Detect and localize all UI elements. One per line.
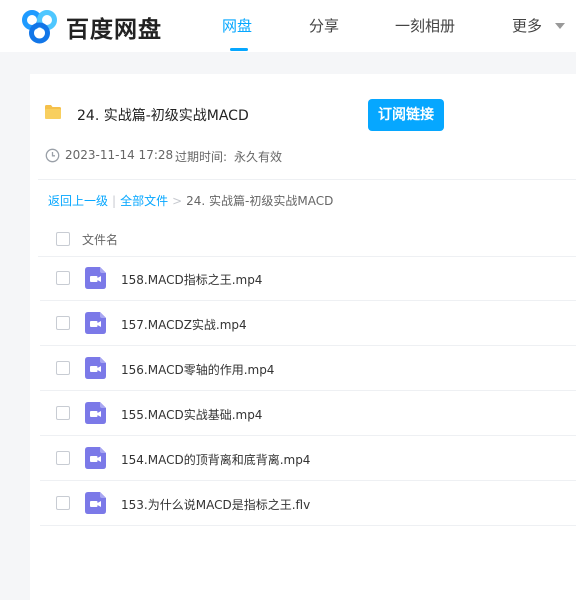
breadcrumb: 返回上一级 | 全部文件 >24. 实战篇-初级实战MACD	[48, 192, 333, 209]
breadcrumb-arrow: >	[172, 194, 183, 208]
select-all-checkbox[interactable]	[56, 232, 70, 246]
nav-tab-moments-album[interactable]: 一刻相册	[395, 15, 455, 36]
video-file-icon	[85, 267, 106, 289]
brand-name[interactable]: 百度网盘	[66, 10, 162, 44]
nav-tab-netdisk[interactable]: 网盘	[222, 15, 252, 36]
subscribe-link-button[interactable]: 订阅链接	[368, 99, 444, 131]
file-name[interactable]: 158.MACD指标之王.mp4	[121, 271, 262, 288]
file-row[interactable]: 156.MACD零轴的作用.mp4	[40, 346, 576, 391]
video-file-icon	[85, 357, 106, 379]
file-row-checkbox[interactable]	[56, 406, 70, 420]
file-row-checkbox[interactable]	[56, 316, 70, 330]
baidu-netdisk-logo-icon[interactable]	[20, 9, 60, 45]
clock-icon	[45, 148, 60, 163]
video-file-icon	[85, 492, 106, 514]
video-file-icon	[85, 447, 106, 469]
breadcrumb-separator: |	[112, 194, 117, 208]
top-navigation-bar: 百度网盘 网盘 分享 一刻相册 更多	[0, 0, 576, 52]
share-date: 2023-11-14 17:28	[65, 148, 174, 162]
expire-time-label: 过期时间:	[175, 150, 228, 164]
file-row-checkbox[interactable]	[56, 496, 70, 510]
caret-down-icon[interactable]	[555, 23, 565, 29]
file-name[interactable]: 153.为什么说MACD是指标之王.flv	[121, 496, 310, 513]
breadcrumb-back-link[interactable]: 返回上一级	[48, 194, 108, 208]
share-panel: 24. 实战篇-初级实战MACD 订阅链接 2023-11-14 17:28 过…	[30, 74, 576, 600]
file-name[interactable]: 155.MACD实战基础.mp4	[121, 406, 262, 423]
file-row[interactable]: 155.MACD实战基础.mp4	[40, 391, 576, 436]
active-tab-indicator	[230, 48, 248, 51]
file-name[interactable]: 154.MACD的顶背离和底背离.mp4	[121, 451, 310, 468]
column-header-file-name[interactable]: 文件名	[82, 231, 118, 248]
file-name[interactable]: 156.MACD零轴的作用.mp4	[121, 361, 274, 378]
file-row[interactable]: 158.MACD指标之王.mp4	[40, 256, 576, 301]
breadcrumb-all-files-link[interactable]: 全部文件	[120, 194, 168, 208]
divider	[38, 179, 576, 180]
breadcrumb-current-folder: 24. 实战篇-初级实战MACD	[186, 194, 334, 208]
file-row[interactable]: 153.为什么说MACD是指标之王.flv	[40, 481, 576, 526]
folder-icon	[44, 104, 62, 120]
expire-time-value: 永久有效	[234, 150, 283, 164]
file-row[interactable]: 157.MACDZ实战.mp4	[40, 301, 576, 346]
nav-tab-share[interactable]: 分享	[309, 15, 339, 36]
file-row-checkbox[interactable]	[56, 361, 70, 375]
nav-tab-more[interactable]: 更多	[512, 15, 542, 36]
file-row-checkbox[interactable]	[56, 271, 70, 285]
video-file-icon	[85, 312, 106, 334]
video-file-icon	[85, 402, 106, 424]
file-row[interactable]: 154.MACD的顶背离和底背离.mp4	[40, 436, 576, 481]
file-row-checkbox[interactable]	[56, 451, 70, 465]
share-title: 24. 实战篇-初级实战MACD	[77, 108, 249, 124]
file-name[interactable]: 157.MACDZ实战.mp4	[121, 316, 247, 333]
